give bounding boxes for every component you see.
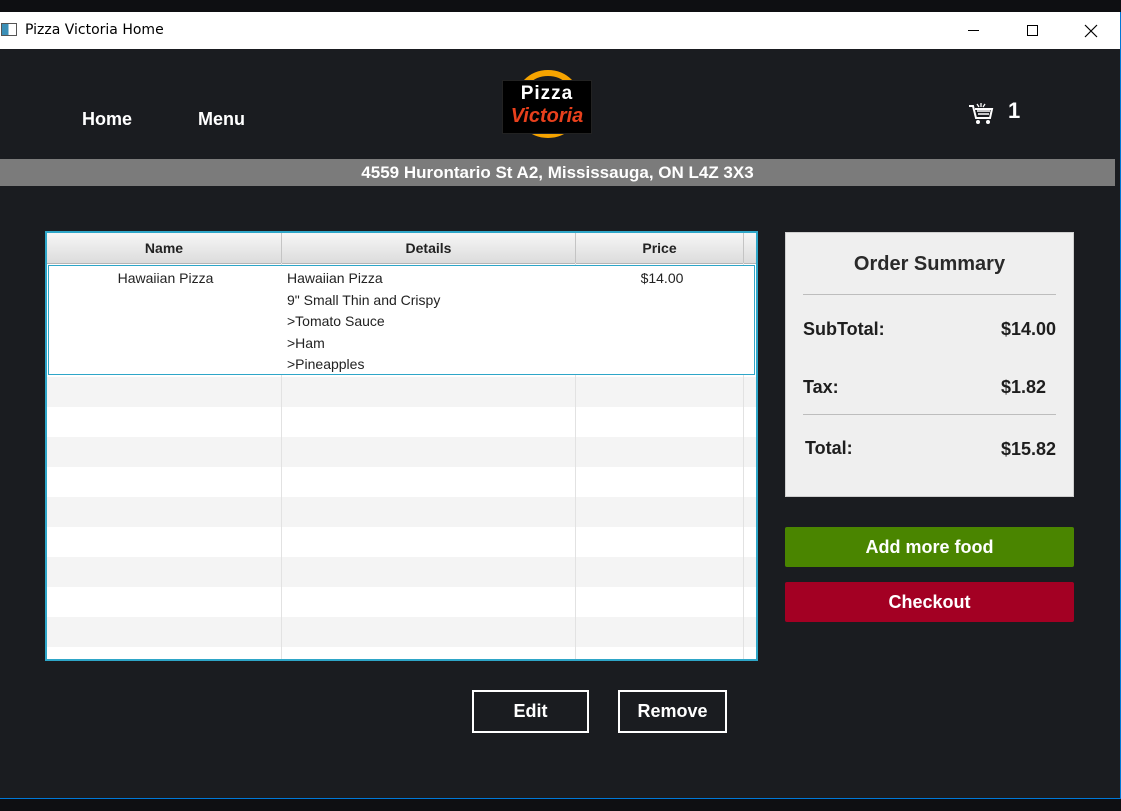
- order-summary-title: Order Summary: [853, 253, 1006, 275]
- summary-divider: [803, 414, 1056, 415]
- logo-line-pizza: Pizza: [520, 83, 574, 104]
- desktop-bottom-strip: [0, 799, 1121, 811]
- table-row-empty[interactable]: [47, 437, 756, 467]
- order-summary-panel: Order Summary SubTotal: $14.00 Tax: $1.8…: [785, 232, 1074, 497]
- column-header-price[interactable]: Price: [576, 233, 744, 263]
- maximize-icon: [1026, 25, 1038, 36]
- close-button[interactable]: [1062, 12, 1120, 49]
- table-row-empty[interactable]: [47, 617, 756, 647]
- title-bar: Pizza Victoria Home: [0, 12, 1120, 49]
- table-row-empty[interactable]: [47, 557, 756, 587]
- tax-value: $1.82: [1000, 377, 1046, 397]
- order-table[interactable]: Name Details Price Hawaiian Pizza Hawaii…: [45, 231, 758, 661]
- nav-menu-link[interactable]: Menu: [198, 109, 245, 130]
- header-filler: [745, 233, 756, 264]
- detail-line: 9" Small Thin and Crispy: [287, 291, 441, 308]
- maximize-button[interactable]: [1003, 12, 1061, 49]
- cart-count: 1: [1008, 98, 1021, 123]
- add-more-food-button[interactable]: Add more food: [785, 527, 1074, 567]
- nav-home-link[interactable]: Home: [82, 109, 132, 130]
- detail-line: Hawaiian Pizza: [287, 270, 383, 286]
- edit-button[interactable]: Edit: [472, 690, 589, 733]
- logo-text-box: Pizza Victoria: [502, 80, 592, 134]
- detail-line: >Ham: [287, 334, 325, 351]
- window-title: Pizza Victoria Home: [25, 22, 164, 38]
- table-header: Name Details Price: [47, 233, 745, 264]
- table-row-empty[interactable]: [47, 587, 756, 617]
- subtotal-label: SubTotal:: [803, 319, 885, 339]
- logo-line-victoria: Victoria: [510, 105, 584, 127]
- app-window: Pizza Victoria Home Home Menu Pizza Vict…: [0, 12, 1121, 799]
- total-label: Total:: [805, 438, 853, 458]
- table-row-empty[interactable]: [47, 497, 756, 527]
- close-icon: [1084, 24, 1098, 37]
- column-header-details[interactable]: Details: [282, 233, 576, 263]
- desktop-top-strip: [0, 0, 1121, 12]
- total-value: $15.82: [1000, 439, 1056, 459]
- tax-label: Tax:: [803, 377, 839, 397]
- address-banner: 4559 Hurontario St A2, Mississauga, ON L…: [0, 159, 1115, 186]
- detail-line: >Tomato Sauce: [287, 313, 385, 329]
- remove-button[interactable]: Remove: [618, 690, 727, 733]
- minimize-button[interactable]: [944, 12, 1002, 49]
- pizza-victoria-logo[interactable]: Pizza Victoria: [502, 70, 594, 140]
- minimize-icon: [967, 30, 979, 31]
- checkout-button[interactable]: Checkout: [785, 582, 1074, 622]
- table-row-empty[interactable]: [47, 377, 756, 407]
- subtotal-value: $14.00: [1000, 319, 1056, 339]
- table-row-empty[interactable]: [47, 527, 756, 557]
- detail-line: >Pineapples: [287, 356, 365, 372]
- app-icon: [1, 23, 17, 36]
- cell-price: $14.00: [640, 270, 684, 286]
- column-header-name[interactable]: Name: [47, 233, 282, 263]
- cell-name: Hawaiian Pizza: [117, 270, 214, 286]
- table-row-empty[interactable]: [47, 407, 756, 437]
- cart-icon[interactable]: [968, 103, 994, 125]
- summary-divider: [803, 294, 1056, 295]
- table-row-empty[interactable]: [47, 647, 756, 659]
- table-row-empty[interactable]: [47, 467, 756, 497]
- cell-details: Hawaiian Pizza 9" Small Thin and Crispy …: [287, 266, 577, 376]
- table-row-selected[interactable]: Hawaiian Pizza Hawaiian Pizza 9" Small T…: [48, 265, 755, 375]
